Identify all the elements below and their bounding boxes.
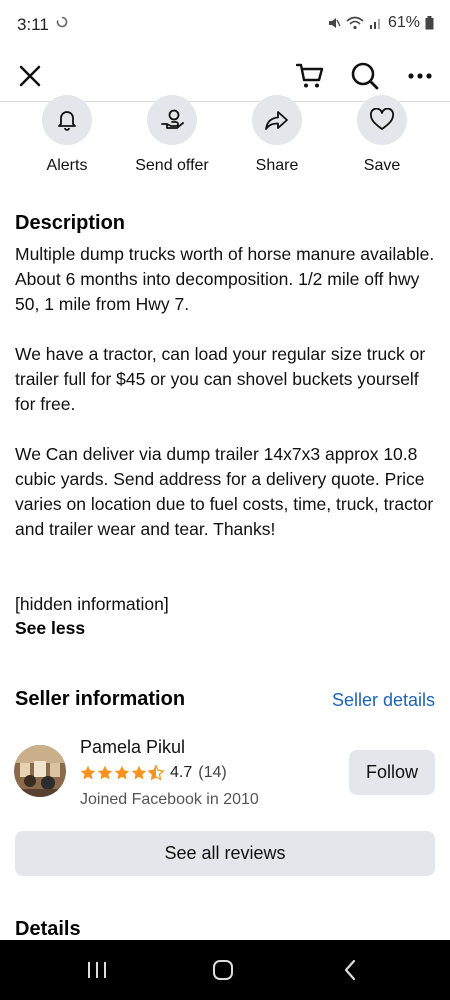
- send-offer-label: Send offer: [135, 157, 209, 174]
- status-bar: 3:11 61%: [0, 0, 450, 50]
- system-nav-bar: [0, 940, 450, 1000]
- star-icon: [131, 765, 147, 780]
- alerts-button[interactable]: Alerts: [12, 95, 122, 175]
- share-icon: [252, 95, 302, 145]
- status-indicators: 61%: [327, 14, 434, 32]
- seller-name[interactable]: Pamela Pikul: [80, 737, 185, 758]
- follow-button[interactable]: Follow: [349, 750, 435, 795]
- home-icon[interactable]: [193, 950, 253, 990]
- close-icon[interactable]: [10, 56, 50, 96]
- save-button[interactable]: Save: [327, 95, 437, 175]
- star-icon: [97, 765, 113, 780]
- see-less-link[interactable]: See less: [15, 618, 85, 639]
- star-icon: [80, 765, 96, 780]
- action-row: Alerts Send offer Share Save: [0, 95, 450, 185]
- description-title: Description: [15, 212, 126, 234]
- share-button[interactable]: Share: [222, 95, 332, 175]
- star-icon: [114, 765, 130, 780]
- alerts-label: Alerts: [46, 157, 88, 174]
- bell-icon: [42, 95, 92, 145]
- cart-icon[interactable]: [290, 56, 330, 96]
- offer-icon: [147, 95, 197, 145]
- half-star-icon: [148, 765, 164, 781]
- search-icon[interactable]: [345, 56, 385, 96]
- seller-section-title: Seller information: [15, 688, 186, 710]
- sync-icon: [56, 16, 68, 28]
- seller-details-link[interactable]: Seller details: [332, 690, 435, 711]
- battery-percent: 61%: [387, 14, 420, 31]
- save-label: Save: [363, 157, 401, 174]
- rating-count: (14): [198, 764, 227, 781]
- back-icon[interactable]: [320, 950, 380, 990]
- rating-value: 4.7: [170, 764, 193, 781]
- description-paragraph: We have a tractor, can load your regular…: [15, 344, 426, 414]
- seller-rating: 4.7 (14): [80, 764, 227, 782]
- send-offer-button[interactable]: Send offer: [117, 95, 227, 175]
- details-title: Details: [15, 918, 81, 940]
- hidden-information: [hidden information]: [15, 594, 169, 614]
- heart-icon: [357, 95, 407, 145]
- description-paragraph: We Can deliver via dump trailer 14x7x3 a…: [15, 444, 434, 539]
- more-icon[interactable]: [400, 56, 440, 96]
- battery-icon: [425, 16, 434, 30]
- avatar[interactable]: [14, 745, 66, 797]
- signal-icon: [369, 19, 380, 29]
- joined-date: Joined Facebook in 2010: [80, 791, 259, 808]
- recent-apps-icon[interactable]: [67, 950, 127, 990]
- status-time: 3:11: [17, 15, 49, 34]
- wifi-icon: [346, 16, 364, 30]
- mute-icon: [328, 18, 341, 28]
- see-all-reviews-button[interactable]: See all reviews: [15, 831, 435, 876]
- share-label: Share: [255, 157, 299, 174]
- description-paragraph: Multiple dump trucks worth of horse manu…: [15, 244, 435, 314]
